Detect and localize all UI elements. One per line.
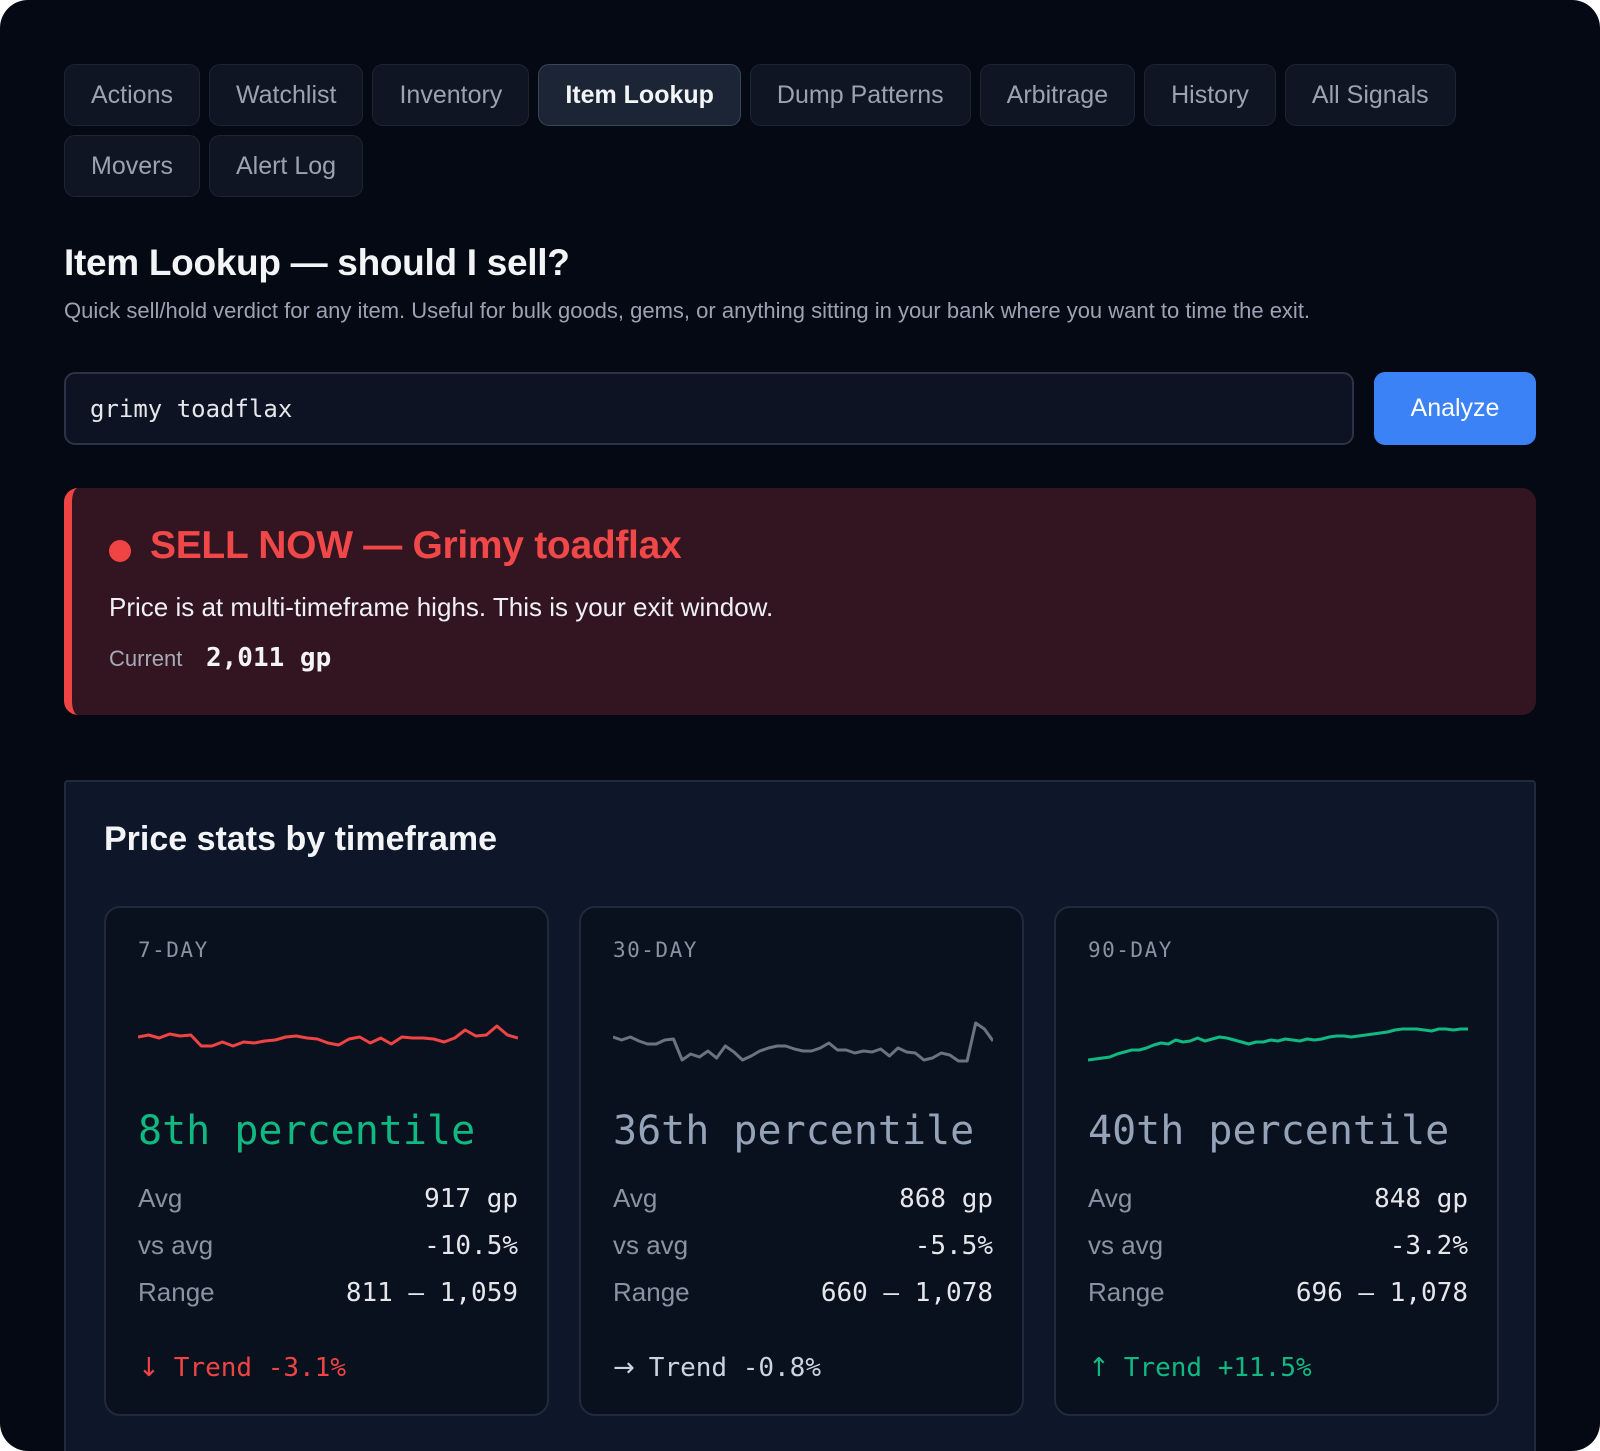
sparkline-path (138, 1024, 518, 1048)
stat-label: vs avg (138, 1230, 214, 1260)
page-subtitle: Quick sell/hold verdict for any item. Us… (64, 298, 1311, 323)
tab-item-lookup[interactable]: Item Lookup (538, 64, 741, 126)
stat-value: -3.2% (1389, 1231, 1468, 1261)
stat-value: -5.5% (914, 1231, 993, 1261)
stat-label: vs avg (613, 1230, 689, 1260)
trend-text: Trend -3.1% (173, 1353, 346, 1383)
stat-value: 660 – 1,078 (820, 1278, 993, 1308)
page-title: Item Lookup — should I sell? (64, 242, 570, 283)
tab-arbitrage[interactable]: Arbitrage (979, 64, 1136, 126)
price-stats-panel: Price stats by timeframe 7-DAY 8th perce… (64, 780, 1536, 1451)
stat-label: Range (1088, 1277, 1165, 1307)
sparkline-chart (1088, 1027, 1468, 1062)
stat-row-range: Range 811 – 1,059 (138, 1277, 518, 1308)
item-search-input[interactable] (64, 372, 1354, 445)
stat-row-avg: Avg 868 gp (613, 1183, 993, 1214)
stat-row-vs-avg: vs avg -5.5% (613, 1230, 993, 1261)
arrow-right-icon: → (613, 1353, 635, 1383)
timeframe-label: 7-DAY (138, 938, 209, 962)
stat-row-range: Range 660 – 1,078 (613, 1277, 993, 1308)
verdict-banner: SELL NOW — Grimy toadflax Price is at mu… (64, 488, 1536, 715)
trend-text: Trend -0.8% (648, 1353, 821, 1383)
stat-value: -10.5% (424, 1231, 518, 1261)
stats-title: Price stats by timeframe (104, 820, 498, 858)
tab-bar: Actions Watchlist Inventory Item Lookup … (64, 64, 1544, 197)
sparkline-path (1088, 1027, 1468, 1062)
tab-watchlist[interactable]: Watchlist (208, 64, 364, 126)
tab-dump-patterns[interactable]: Dump Patterns (749, 64, 971, 126)
arrow-up-icon: ↑ (1088, 1353, 1110, 1383)
app-window: Actions Watchlist Inventory Item Lookup … (0, 0, 1600, 1451)
tab-inventory[interactable]: Inventory (372, 64, 530, 126)
tab-alert-log[interactable]: Alert Log (208, 135, 364, 197)
stat-row-avg: Avg 917 gp (138, 1183, 518, 1214)
tab-movers[interactable]: Movers (64, 135, 200, 197)
status-dot-icon (109, 540, 131, 562)
stat-label: Range (138, 1277, 215, 1307)
tab-history[interactable]: History (1144, 64, 1276, 126)
sparkline-chart (138, 1024, 518, 1048)
trend-indicator: → Trend -0.8% (613, 1353, 821, 1383)
timeframe-card-7-day: 7-DAY 8th percentile Avg 917 gp vs avg -… (104, 906, 549, 1416)
stat-value: 696 – 1,078 (1295, 1278, 1468, 1308)
trend-indicator: ↓ Trend -3.1% (138, 1353, 346, 1383)
percentile-value: 8th percentile (138, 1108, 476, 1154)
percentile-value: 36th percentile (613, 1108, 975, 1154)
stat-row-avg: Avg 848 gp (1088, 1183, 1468, 1214)
stat-label: Avg (1088, 1183, 1133, 1213)
timeframe-card-30-day: 30-DAY 36th percentile Avg 868 gp vs avg… (579, 906, 1024, 1416)
stat-value: 848 gp (1374, 1184, 1468, 1214)
stat-row-vs-avg: vs avg -3.2% (1088, 1230, 1468, 1261)
stat-label: Avg (613, 1183, 658, 1213)
trend-indicator: ↑ Trend +11.5% (1088, 1353, 1312, 1383)
sparkline-chart (613, 1021, 993, 1063)
stat-value: 811 – 1,059 (345, 1278, 518, 1308)
verdict-message: Price is at multi-timeframe highs. This … (109, 592, 774, 622)
percentile-value: 40th percentile (1088, 1108, 1450, 1154)
timeframe-label: 30-DAY (613, 938, 698, 962)
stat-value: 917 gp (424, 1184, 518, 1214)
timeframe-card-90-day: 90-DAY 40th percentile Avg 848 gp vs avg… (1054, 906, 1499, 1416)
stat-label: Avg (138, 1183, 183, 1213)
arrow-down-icon: ↓ (138, 1353, 160, 1383)
current-price-label: Current (109, 646, 183, 671)
stat-label: vs avg (1088, 1230, 1164, 1260)
stat-row-range: Range 696 – 1,078 (1088, 1277, 1468, 1308)
stat-label: Range (613, 1277, 690, 1307)
stat-value: 868 gp (899, 1184, 993, 1214)
trend-text: Trend +11.5% (1123, 1353, 1312, 1383)
stat-row-vs-avg: vs avg -10.5% (138, 1230, 518, 1261)
current-price-value: 2,011 gp (206, 643, 332, 673)
timeframe-label: 90-DAY (1088, 938, 1173, 962)
tab-all-signals[interactable]: All Signals (1284, 64, 1456, 126)
verdict-title: SELL NOW — Grimy toadflax (150, 524, 682, 567)
tab-actions[interactable]: Actions (64, 64, 200, 126)
sparkline-path (613, 1021, 993, 1063)
analyze-button[interactable]: Analyze (1374, 372, 1536, 445)
